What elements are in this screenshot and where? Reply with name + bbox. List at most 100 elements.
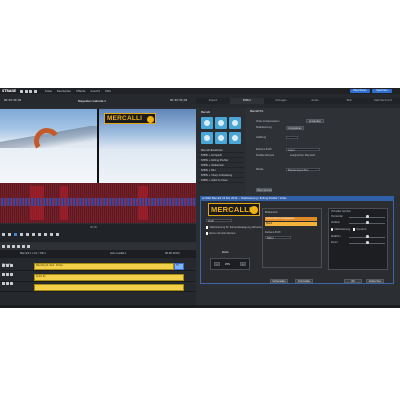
property-label: Shutter-Kamera (256, 154, 275, 157)
effect-tile[interactable] (201, 117, 213, 129)
dramatize-button[interactable]: Dramatize (295, 279, 313, 283)
tab-import[interactable]: Import (196, 98, 230, 104)
audio-clip[interactable]: Audio 01 (34, 274, 184, 281)
option[interactable]: Stark (265, 222, 317, 226)
eye-icon[interactable] (2, 282, 5, 285)
split-divider[interactable] (97, 109, 99, 183)
cut-icon[interactable] (44, 233, 47, 236)
tab-editor[interactable]: Editor (230, 98, 264, 104)
option-selected[interactable]: Automatisch analysieren (265, 217, 317, 221)
eye-icon[interactable] (2, 264, 5, 267)
strength-select[interactable]: Basisanalyse Plus (286, 167, 320, 172)
mute-icon[interactable] (10, 273, 13, 276)
checkbox-row[interactable]: Keine virtuelle Kamera (206, 232, 235, 235)
razor-icon[interactable] (7, 244, 10, 248)
options-label: Bildbereich (265, 211, 278, 214)
camera-profile-select[interactable]: Gopro (286, 147, 320, 152)
dialog-title: proDAD Mercalli V4 SAL 2010 — Stabilisie… (200, 196, 394, 201)
effects-list: Mercalli Basisfarbe NHMS + Komplett NHMS… (198, 148, 244, 183)
loop-icon[interactable] (32, 233, 35, 236)
trim-icon[interactable] (12, 244, 15, 248)
list-item[interactable]: NHMS + Optik to Clean (198, 178, 244, 183)
smoothing-field[interactable] (286, 135, 298, 139)
step-forward-icon[interactable] (20, 233, 23, 236)
audio-clip[interactable] (34, 284, 184, 291)
lock-icon[interactable] (6, 264, 9, 267)
slider-thumb[interactable] (366, 241, 369, 244)
tab-text[interactable]: Text (332, 98, 366, 104)
analyze-button[interactable]: Analysieren (286, 125, 304, 130)
menu-item[interactable]: Effekte (76, 90, 85, 93)
skip-forward-icon[interactable] (26, 233, 29, 236)
preset-select[interactable]: Profil (206, 219, 232, 223)
tab-audio[interactable]: Audio (298, 98, 332, 104)
open-icon[interactable] (24, 89, 28, 93)
skip-back-icon[interactable] (2, 233, 5, 236)
slider-thumb[interactable] (366, 215, 369, 218)
new-icon[interactable] (20, 89, 23, 93)
cancel-button[interactable]: Abbrechen (366, 279, 384, 283)
effect-tile[interactable] (229, 132, 241, 144)
transport-controls (2, 233, 59, 236)
checkbox-icon[interactable] (206, 226, 209, 229)
ok-button[interactable]: OK (344, 279, 362, 283)
checkbox-icon[interactable] (353, 228, 356, 231)
apply-button[interactable]: Anwenden (306, 119, 324, 123)
marker-icon[interactable] (38, 233, 41, 236)
menu-item[interactable]: Hilfe (105, 90, 111, 93)
eye-icon[interactable] (2, 273, 5, 276)
prepare-button[interactable]: Vorbereiten (270, 279, 288, 283)
lock-icon[interactable] (6, 282, 9, 285)
snap-icon[interactable] (17, 244, 20, 248)
effect-tile[interactable] (201, 132, 213, 144)
radio-row[interactable]: Stabilisierung Dynamic (331, 228, 367, 231)
play-icon[interactable] (14, 233, 17, 236)
save-button[interactable]: Speichern (372, 89, 392, 93)
pointer-icon[interactable] (2, 244, 5, 248)
effects-panel: Mercalli Mercalli Basisfarbe NHMS + Komp… (198, 108, 244, 200)
timeline-tools (2, 244, 30, 248)
effect-tile[interactable] (215, 132, 227, 144)
slider-thumb[interactable] (366, 235, 369, 238)
slider-thumb[interactable] (366, 221, 369, 224)
checkbox-row[interactable]: Stabilisierung für Kamerabewegung aktivi… (206, 226, 263, 229)
menu-item[interactable]: Bearbeiten (57, 90, 71, 93)
mute-icon[interactable] (10, 282, 13, 285)
tab-multicut[interactable]: Mehrfach-Cut (366, 98, 400, 104)
shutter-option[interactable]: Ausgleichen Standard (290, 154, 315, 157)
undo-icon[interactable] (33, 89, 37, 93)
option-select[interactable]: Mittel (265, 236, 291, 240)
effect-tile[interactable] (215, 117, 227, 129)
tab-templates[interactable]: Vorlagen (264, 98, 298, 104)
video-clip[interactable]: Mercalli_01.mp4 · 25 fps (34, 263, 174, 270)
timeline-sequence[interactable]: Mercalli 1 ▾ Kn / TIN 1 (20, 252, 46, 255)
gimbal-panel: Virtueller Gimbal Horizontal Vertikal St… (328, 208, 388, 270)
radio-icon[interactable] (331, 228, 334, 231)
checkbox-icon[interactable] (206, 232, 209, 235)
zoom-out-button[interactable]: − (214, 262, 220, 266)
lock-icon[interactable] (6, 273, 9, 276)
effect-tile[interactable] (229, 117, 241, 129)
save-icon[interactable] (29, 89, 32, 93)
project-title[interactable]: Magostan Gebiete ▾ (78, 99, 106, 103)
property-label: Glättung (256, 136, 266, 139)
menu-item[interactable]: Ansicht (90, 90, 100, 93)
property-label: Stärke (256, 168, 264, 171)
right-timecode: 00:00:00;00 (170, 99, 188, 102)
option[interactable]: Kamera-Profil (265, 231, 280, 234)
volume-icon[interactable] (50, 233, 53, 236)
zoom-in-button[interactable]: + (240, 262, 246, 266)
accept-button[interactable]: Übernehmen (256, 188, 272, 192)
timeline-mode[interactable]: Auto Ausfall ▾ (110, 252, 126, 255)
menu-item[interactable]: Datei (45, 90, 52, 93)
zoom-icon[interactable] (27, 244, 30, 248)
step-back-icon[interactable] (8, 233, 11, 236)
timeline-track: Audio 01 (0, 273, 196, 282)
magnet-icon[interactable] (22, 244, 25, 248)
main-menu: Datei Bearbeiten Effekte Ansicht Hilfe (45, 90, 111, 93)
mute-icon[interactable] (10, 264, 13, 267)
effect-clip[interactable]: FX (174, 263, 184, 270)
slider-label: Horizontal (331, 215, 343, 218)
export-button[interactable]: Exportieren (350, 89, 370, 93)
fullscreen-icon[interactable] (56, 233, 59, 236)
